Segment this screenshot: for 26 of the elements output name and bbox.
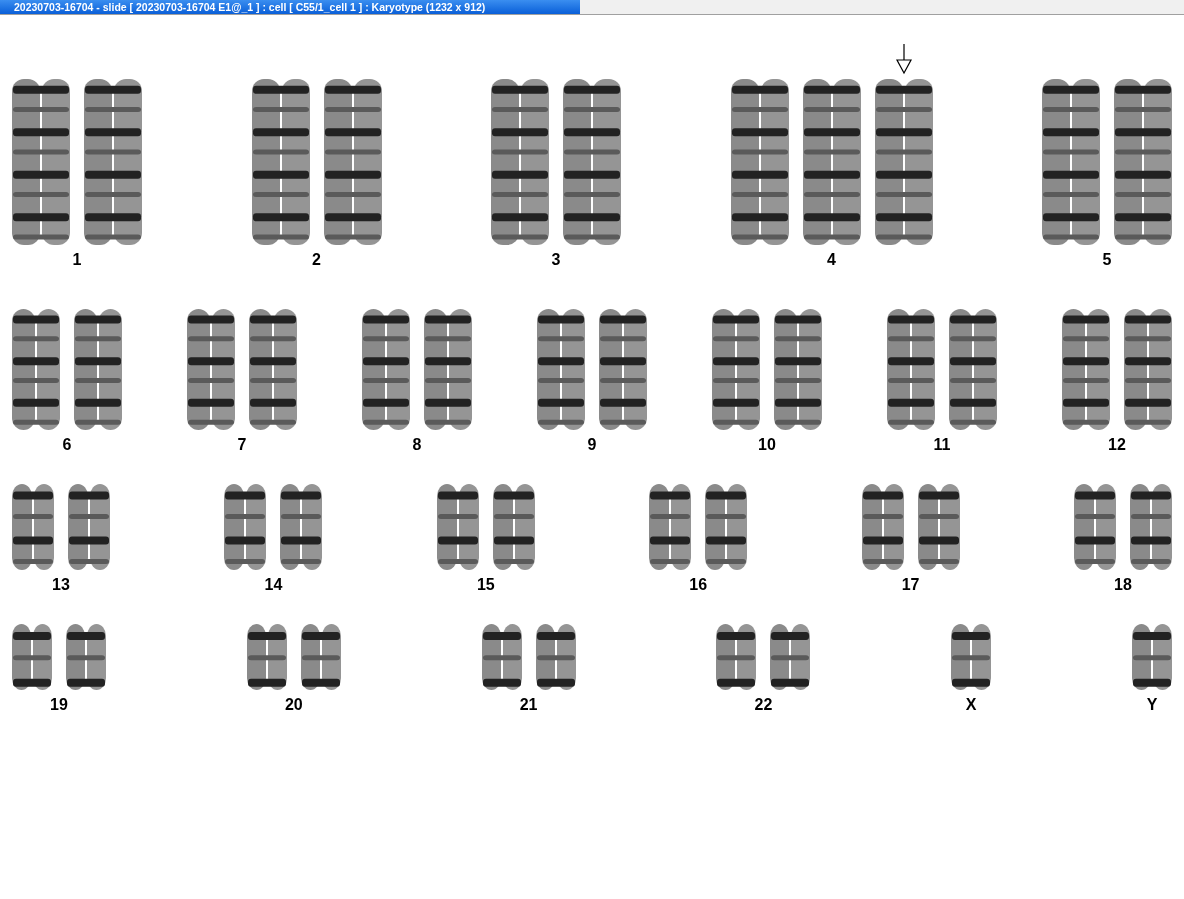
chromosome-label: 18 xyxy=(1114,576,1132,594)
chromosome-label: 10 xyxy=(758,436,776,454)
chromosome-label: 4 xyxy=(827,251,836,269)
chromosome-label: X xyxy=(965,696,977,714)
chromosome-label: Y xyxy=(1146,696,1158,714)
chromosome-label: 21 xyxy=(519,696,538,714)
chromosome-label: 8 xyxy=(412,436,422,454)
chromosome-label: 1 xyxy=(72,251,82,269)
chromosome-label: 3 xyxy=(551,251,561,269)
chromosome-label: 11 xyxy=(933,436,951,454)
chromosome-label: 13 xyxy=(52,576,70,594)
chromosome-label: 2 xyxy=(312,251,321,269)
chromosome-label: 16 xyxy=(689,576,708,594)
chromosome-label: 9 xyxy=(587,436,597,454)
chromosome-label: 12 xyxy=(1108,436,1126,454)
chromosome-label: 22 xyxy=(754,696,773,714)
chromosome-label: 7 xyxy=(237,436,247,454)
chromosome-label: 17 xyxy=(901,576,920,594)
chromosome-label: 19 xyxy=(50,696,68,714)
down-arrow-icon xyxy=(895,43,912,74)
chromosome-label: 20 xyxy=(284,696,303,714)
chromosome-label: 14 xyxy=(264,576,283,594)
chromosome-label: 15 xyxy=(476,576,495,594)
window-title: 20230703-16704 - slide [ 20230703-16704 E1@_1 ] : cell [ C55/1_cell 1 ] : Karyotype (1232 x 912) xyxy=(0,0,580,14)
chromosome-label: 6 xyxy=(62,436,72,454)
chromosome-label: 5 xyxy=(1102,251,1112,269)
